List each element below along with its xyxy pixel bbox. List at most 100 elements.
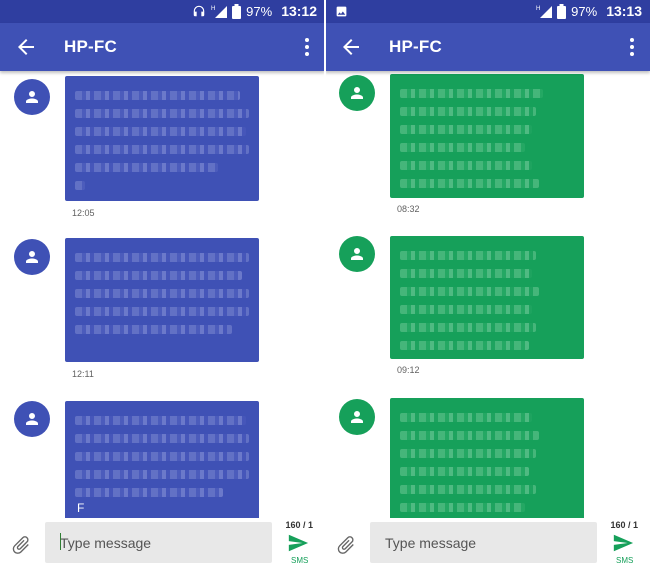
contact-avatar[interactable] (14, 239, 50, 275)
blurred-text-line (400, 503, 526, 512)
attachment-icon[interactable] (335, 534, 357, 556)
person-icon (26, 413, 38, 425)
message-text-fragment: F (77, 501, 85, 515)
blurred-text-line (75, 307, 249, 316)
more-options-icon[interactable] (303, 35, 311, 59)
conversation-title: HP-FC (64, 37, 117, 56)
blurred-text-line (75, 91, 241, 100)
back-arrow-icon[interactable] (14, 35, 38, 59)
attachment-icon[interactable] (10, 534, 32, 556)
message-bubble[interactable] (65, 76, 259, 201)
blurred-text-line (400, 449, 536, 458)
contact-avatar[interactable] (14, 401, 50, 437)
blurred-text-line (75, 163, 218, 172)
message-composer: 160 / 1 SMS (325, 518, 650, 575)
message-time: 12:05 (72, 208, 95, 218)
contact-avatar[interactable] (14, 79, 50, 115)
svg-text:H: H (211, 6, 215, 12)
character-counter: 160 / 1 (610, 520, 638, 530)
status-bar: H 97% 13:12 (0, 0, 325, 23)
message-time: 09:12 (397, 365, 420, 375)
blurred-text-line (400, 413, 533, 422)
message-input-container (370, 522, 597, 563)
svg-text:H: H (536, 6, 540, 12)
conversation-title: HP-FC (389, 37, 442, 56)
blurred-text-line (75, 470, 249, 479)
blurred-text-line (75, 127, 246, 136)
blurred-text-line (75, 452, 249, 461)
blurred-text-line (75, 253, 249, 262)
status-icons: H 97% 13:12 (192, 3, 317, 19)
more-options-icon[interactable] (628, 35, 636, 59)
blurred-text-line (400, 251, 536, 260)
battery-icon (557, 3, 567, 19)
message-time: 12:11 (72, 369, 94, 379)
message-bubble[interactable]: F (65, 401, 259, 518)
person-icon (26, 91, 38, 103)
send-type-label: SMS (616, 556, 634, 565)
blurred-text-line (400, 341, 529, 350)
blurred-text-line (75, 416, 246, 425)
message-thread[interactable]: 12:05 12:11 F (0, 71, 325, 518)
blurred-text-line (75, 109, 249, 118)
message-bubble[interactable] (390, 74, 584, 198)
person-icon (351, 411, 363, 423)
app-bar: HP-FC (0, 23, 325, 71)
blurred-text-line (400, 485, 536, 494)
message-input[interactable] (45, 522, 272, 563)
message-time: 08:32 (397, 204, 420, 214)
blurred-text-line (75, 434, 249, 443)
blurred-text-line (400, 323, 536, 332)
blurred-text-line (400, 125, 533, 134)
battery-percent: 97% (571, 3, 598, 19)
send-icon[interactable] (610, 532, 636, 554)
headphones-icon (193, 5, 205, 17)
contact-avatar[interactable] (339, 399, 375, 435)
clock: 13:12 (281, 3, 317, 19)
send-icon[interactable] (285, 532, 311, 554)
message-input[interactable] (370, 522, 597, 563)
blurred-text-line (400, 287, 540, 296)
status-icons: H 97% 13:13 (536, 3, 642, 19)
status-bar: H 97% 13:13 (325, 0, 650, 23)
cellular-signal-icon: H (211, 6, 228, 18)
blurred-text-line (400, 467, 529, 476)
message-bubble[interactable] (390, 398, 584, 518)
blurred-text-line (400, 179, 540, 188)
conversation-screen-left: H 97% 13:12 HP-FC 12:05 12:11 F Type mes… (0, 0, 325, 575)
screen-divider (324, 0, 326, 575)
blurred-text-line (400, 269, 533, 278)
battery-icon (232, 3, 242, 19)
text-cursor (60, 533, 61, 550)
blurred-text-line (75, 488, 223, 497)
back-arrow-icon[interactable] (339, 35, 363, 59)
person-icon (26, 251, 38, 263)
blurred-text-line (400, 431, 540, 440)
contact-avatar[interactable] (339, 75, 375, 111)
blurred-text-line (400, 305, 533, 314)
person-icon (351, 87, 363, 99)
send-type-label: SMS (291, 556, 309, 565)
character-counter: 160 / 1 (285, 520, 313, 530)
app-bar: HP-FC (325, 23, 650, 71)
blurred-text-line (400, 107, 536, 116)
conversation-screen-right: H 97% 13:13 HP-FC 08:32 09:12 Type messa… (325, 0, 650, 575)
battery-percent: 97% (246, 3, 273, 19)
blurred-text-line (75, 325, 232, 334)
message-bubble[interactable] (390, 236, 584, 359)
blurred-text-line (400, 161, 533, 170)
message-thread[interactable]: 08:32 09:12 (325, 71, 650, 518)
blurred-text-line (75, 145, 249, 154)
blurred-text-line (75, 271, 243, 280)
notification-icons (335, 5, 348, 21)
blurred-text-line (400, 143, 526, 152)
image-notification-icon (336, 6, 347, 17)
message-input-container (45, 522, 272, 563)
blurred-text-line (75, 181, 86, 190)
blurred-text-line (400, 89, 543, 98)
clock: 13:13 (606, 3, 642, 19)
contact-avatar[interactable] (339, 236, 375, 272)
message-composer: 160 / 1 SMS (0, 518, 325, 575)
message-bubble[interactable] (65, 238, 259, 362)
person-icon (351, 248, 363, 260)
